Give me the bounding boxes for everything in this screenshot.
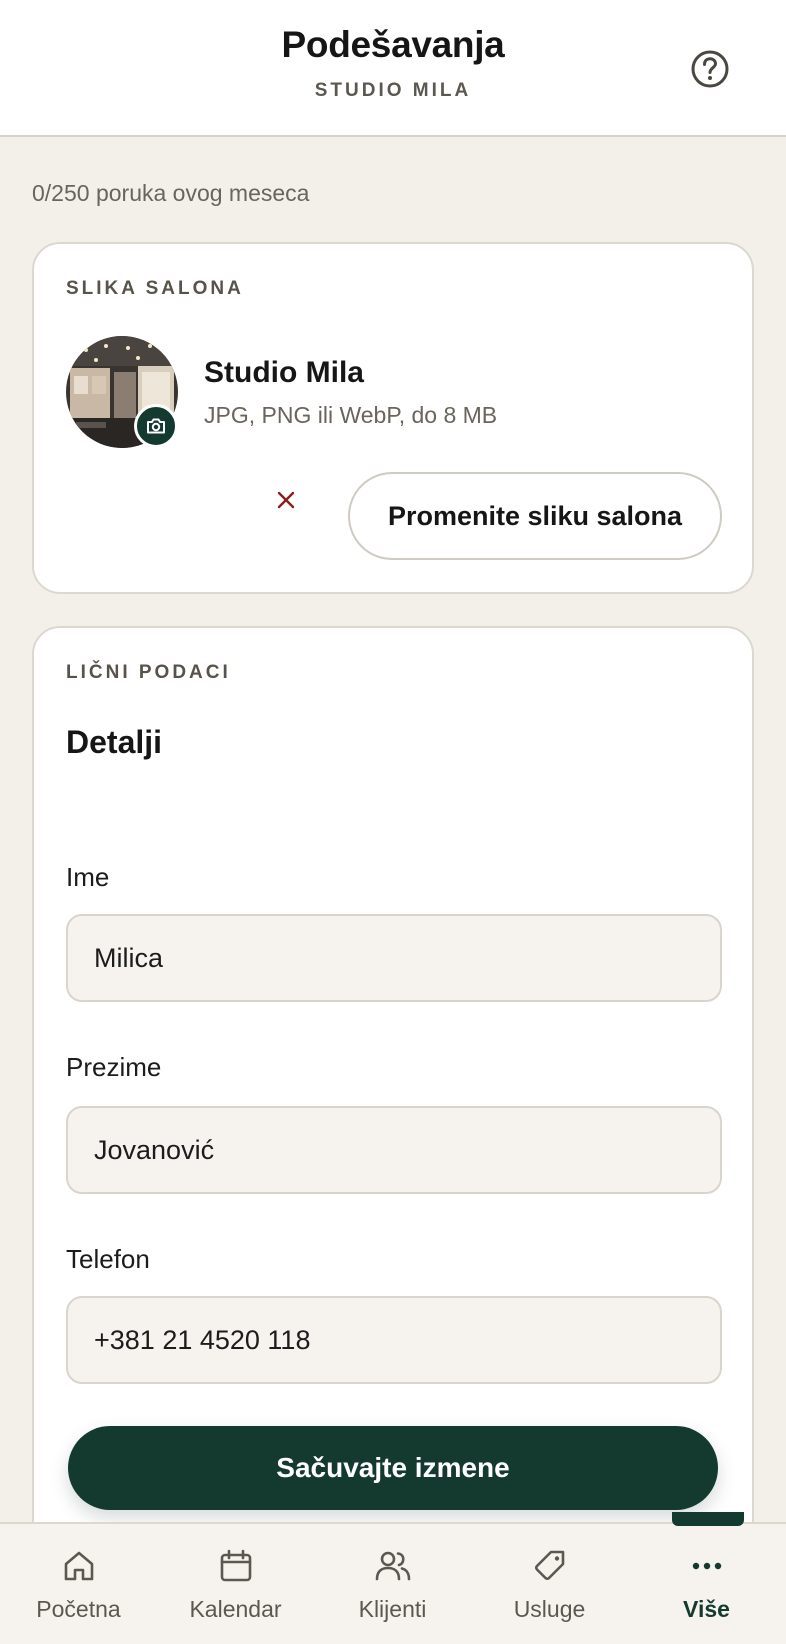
salon-subtitle: STUDIO MILA (314, 80, 472, 101)
first-name-field[interactable] (66, 914, 722, 1002)
message-counter: 0/250 poruka ovog meseca (32, 180, 310, 206)
close-icon (277, 491, 295, 509)
nav-item-more[interactable]: Više (628, 1524, 785, 1644)
bottom-navigation: Početna Kalendar Klijenti Usluge Više (0, 1522, 786, 1644)
camera-icon (147, 418, 165, 434)
change-photo-button[interactable]: Promenite sliku salona (348, 472, 722, 560)
save-changes-button[interactable]: Sačuvajte izmene (68, 1426, 718, 1510)
last-name-label: Prezime (66, 1052, 162, 1082)
home-icon (59, 1546, 99, 1586)
remove-photo-button[interactable] (266, 480, 306, 520)
users-icon (373, 1546, 413, 1586)
nav-label-services: Usluge (513, 1596, 586, 1622)
help-button[interactable] (690, 49, 730, 89)
active-tab-indicator (672, 1512, 744, 1526)
tag-icon (530, 1546, 570, 1586)
section-label-personal: LIČNI PODACI (66, 662, 231, 683)
help-circle-icon (691, 50, 729, 88)
salon-photo-card: SLIKA SALONA Studio Mila JPG, PNG ili We… (32, 242, 754, 594)
section-label-salon-photo: SLIKA SALONA (66, 278, 244, 299)
page-title: Podešavanja (281, 24, 505, 65)
last-name-field[interactable] (66, 1106, 722, 1194)
app-header: Podešavanja STUDIO MILA (0, 0, 786, 137)
nav-label-calendar: Kalendar (189, 1596, 282, 1622)
change-photo-badge[interactable] (134, 404, 178, 448)
more-icon (687, 1546, 727, 1586)
photo-format-hint: JPG, PNG ili WebP, do 8 MB (204, 402, 498, 428)
nav-label-more: Više (683, 1596, 730, 1622)
phone-field[interactable] (66, 1296, 722, 1384)
first-name-label: Ime (66, 862, 110, 892)
salon-name: Studio Mila (204, 356, 364, 389)
nav-item-home[interactable]: Početna (0, 1524, 157, 1644)
nav-item-calendar[interactable]: Kalendar (157, 1524, 314, 1644)
phone-label: Telefon (66, 1244, 150, 1274)
nav-label-clients: Klijenti (358, 1596, 427, 1622)
nav-label-home: Početna (36, 1596, 121, 1622)
details-title: Detalji (66, 724, 163, 760)
nav-item-clients[interactable]: Klijenti (314, 1524, 471, 1644)
calendar-icon (216, 1546, 256, 1586)
nav-item-services[interactable]: Usluge (471, 1524, 628, 1644)
